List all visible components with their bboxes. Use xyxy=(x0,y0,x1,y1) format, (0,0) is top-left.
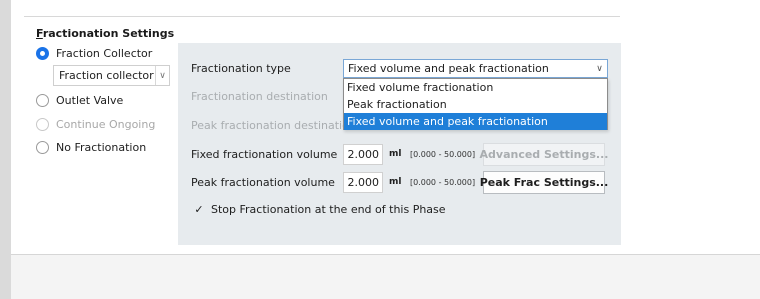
stop-fractionation-label: Stop Fractionation at the end of this Ph… xyxy=(211,203,446,216)
fractionation-type-select-value: Fixed volume and peak fractionation xyxy=(348,62,549,75)
peak-frac-settings-button[interactable]: Peak Frac Settings... xyxy=(480,171,608,194)
fixed-volume-input[interactable]: 2.000 xyxy=(343,144,383,165)
fractionation-type-select[interactable]: Fixed volume and peak fractionation ∨ xyxy=(343,59,608,78)
peak-fractionation-destination-label: Peak fractionation destination xyxy=(191,119,356,132)
advanced-settings-button[interactable]: Advanced Settings... xyxy=(480,143,608,166)
title-rest: ractionation Settings xyxy=(42,27,175,40)
radio-label-continue-ongoing: Continue Ongoing xyxy=(56,117,156,131)
radio-no-fractionation[interactable]: No Fractionation xyxy=(36,139,146,155)
fixed-volume-range: [0.000 - 50.000] xyxy=(410,150,476,159)
radio-continue-ongoing[interactable]: Continue Ongoing xyxy=(36,116,155,132)
fraction-collector-select[interactable]: Fraction collector ∨ xyxy=(53,65,170,86)
peak-volume-unit: ml xyxy=(389,177,402,187)
chevron-down-icon[interactable]: ∨ xyxy=(592,60,607,77)
radio-checked-icon[interactable] xyxy=(36,46,49,60)
dropdown-option-fixed-volume-and-peak[interactable]: Fixed volume and peak fractionation xyxy=(344,113,607,130)
chevron-down-icon[interactable]: ∨ xyxy=(155,66,169,85)
peak-volume-input[interactable]: 2.000 xyxy=(343,172,383,193)
fixed-volume-unit: ml xyxy=(389,149,402,159)
radio-unchecked-icon[interactable] xyxy=(36,140,49,154)
radio-label-outlet-valve: Outlet Valve xyxy=(56,93,124,107)
fractionation-type-label: Fractionation type xyxy=(191,62,291,75)
peak-volume-range: [0.000 - 50.000] xyxy=(410,178,476,187)
radio-disabled-icon[interactable] xyxy=(36,117,49,131)
fractionation-destination-label: Fractionation destination xyxy=(191,90,328,103)
peak-fractionation-volume-label: Peak fractionation volume xyxy=(191,176,335,189)
fractionation-type-dropdown-list: Fixed volume fractionation Peak fraction… xyxy=(343,78,608,130)
top-divider xyxy=(24,16,620,17)
dropdown-option-peak[interactable]: Peak fractionation xyxy=(344,96,607,113)
bottom-divider xyxy=(11,254,760,255)
radio-fraction-collector[interactable]: Fraction Collector xyxy=(36,45,152,61)
radio-unchecked-icon[interactable] xyxy=(36,93,49,107)
dropdown-option-fixed-volume[interactable]: Fixed volume fractionation xyxy=(344,79,607,96)
radio-outlet-valve[interactable]: Outlet Valve xyxy=(36,92,123,108)
left-edge-strip xyxy=(0,0,11,299)
radio-label-no-fractionation: No Fractionation xyxy=(56,140,147,154)
title-accelerator: F xyxy=(36,27,43,40)
checkmark-icon[interactable]: ✓ xyxy=(193,203,205,216)
fixed-fractionation-volume-label: Fixed fractionation volume xyxy=(191,148,338,161)
stop-fractionation-checkbox-row[interactable]: ✓ Stop Fractionation at the end of this … xyxy=(193,203,446,216)
radio-label-fraction-collector: Fraction Collector xyxy=(56,46,153,60)
fraction-collector-select-value: Fraction collector xyxy=(59,69,154,82)
section-title: Fractionation Settings xyxy=(36,27,174,40)
